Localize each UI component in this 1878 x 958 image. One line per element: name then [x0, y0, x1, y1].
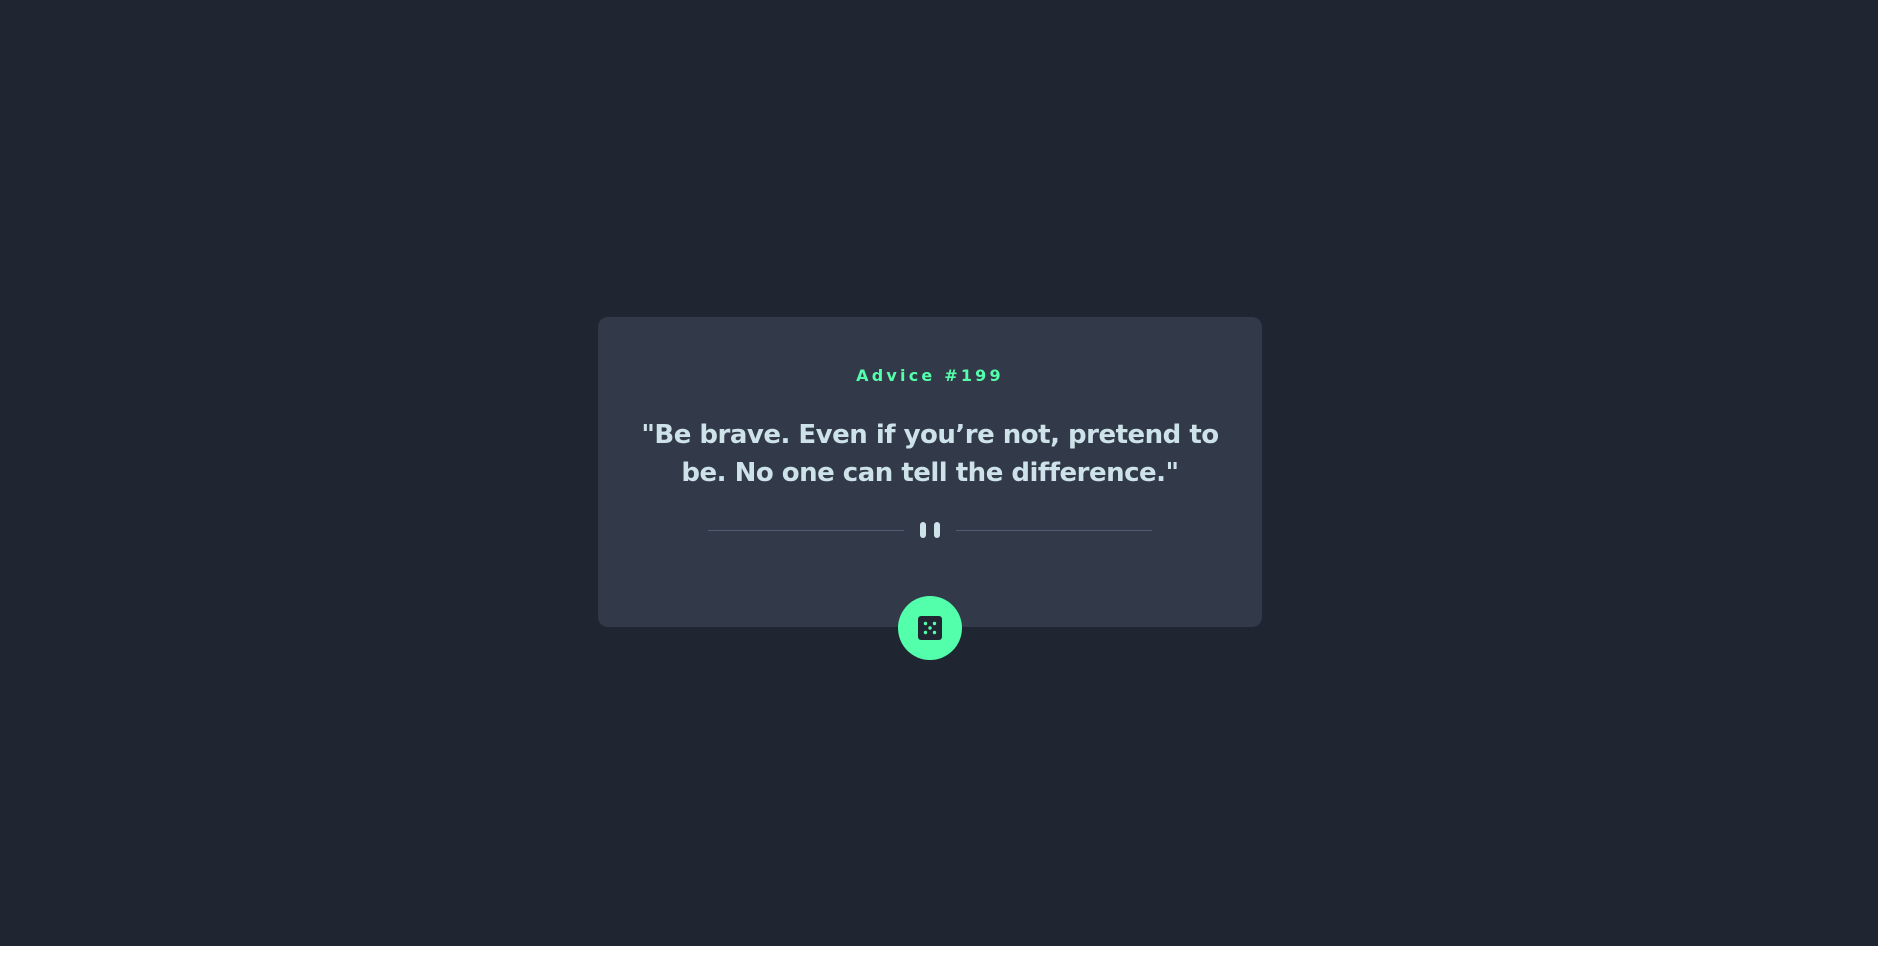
pattern-divider: [708, 522, 1152, 538]
generate-advice-button[interactable]: [898, 596, 962, 660]
page-bottom-strip: [0, 946, 1878, 958]
advice-card: Advice #199 "Be brave. Even if you’re no…: [598, 317, 1262, 660]
dice-icon: [918, 616, 942, 640]
advice-id-label: Advice #199: [856, 366, 1004, 385]
advice-quote: "Be brave. Even if you’re not, pretend t…: [641, 420, 1219, 488]
divider-line-left: [708, 530, 904, 531]
pause-icon: [918, 522, 942, 538]
pause-bar-right: [934, 522, 940, 538]
divider-line-right: [956, 530, 1152, 531]
pause-bar-left: [920, 522, 926, 538]
